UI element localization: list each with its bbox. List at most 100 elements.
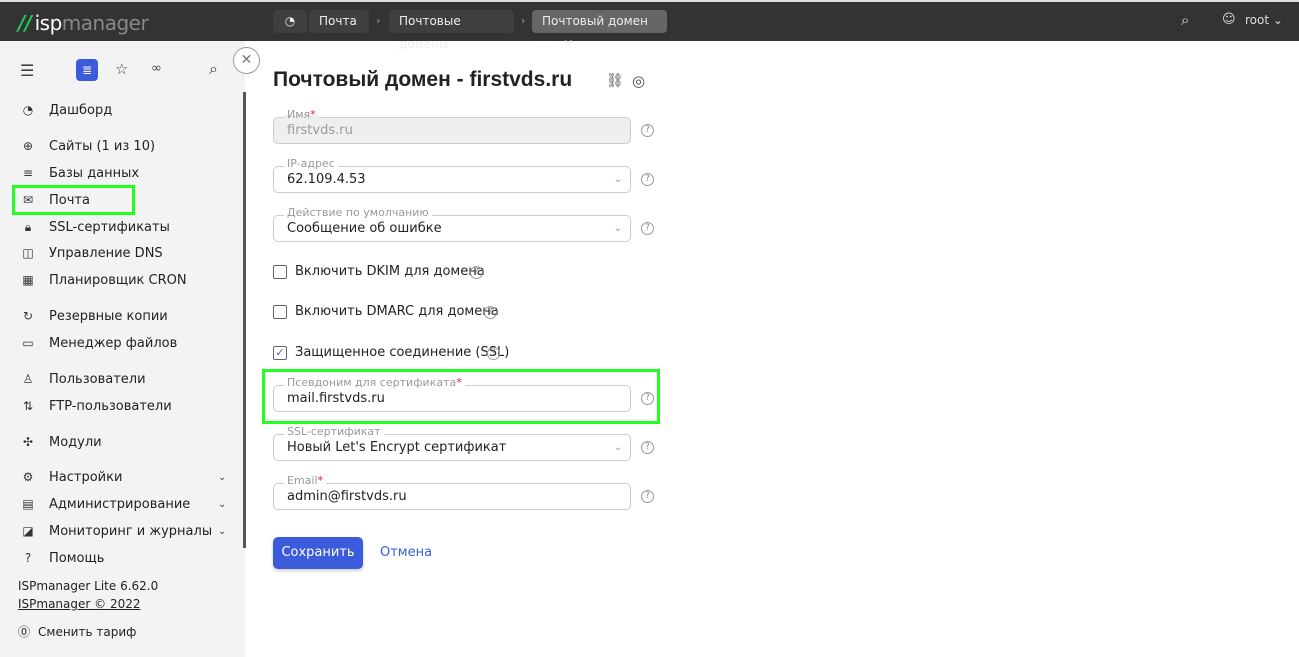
backup-icon: ↻	[22, 309, 34, 323]
chevron-down-icon: ⌄	[613, 442, 622, 453]
database-icon: ≡	[22, 166, 34, 180]
copyright-link[interactable]: ISPmanager © 2022	[18, 597, 141, 611]
sidebar-item-label: Настройки	[49, 470, 123, 485]
star-icon[interactable]: ☆	[115, 60, 128, 78]
ftp-icon: ⇅	[22, 399, 34, 413]
sidebar-item[interactable]: ◔ Дашборд	[20, 99, 112, 121]
folder-icon: ▭	[22, 336, 34, 350]
ip-select[interactable]: IP-адрес 62.109.4.53 ⌄	[273, 158, 631, 193]
sidebar-item[interactable]: ≡ Базы данных	[20, 162, 139, 184]
ssl-cert-select[interactable]: SSL-сертификат Новый Let's Encrypt сертиф…	[273, 426, 631, 461]
globe-icon: ⊕	[22, 139, 34, 153]
lifebuoy-icon[interactable]: ◎	[632, 72, 645, 90]
sidebar-item[interactable]: ⊕ Сайты (1 из 10)	[20, 135, 155, 157]
close-sidebar-button[interactable]: ✕	[233, 47, 260, 74]
dashboard-icon[interactable]: ◔	[273, 10, 307, 33]
sidebar-item-label: Мониторинг и журналы	[49, 524, 213, 539]
close-icon[interactable]: ✕	[563, 37, 573, 51]
sidebar-item[interactable]: ♙ Пользователи	[20, 368, 146, 390]
scrollbar[interactable]	[243, 92, 246, 548]
highlight-mail	[12, 185, 135, 215]
puzzle-icon: ✣	[22, 435, 34, 449]
page-title: Почтовый домен - firstvds.ru	[273, 68, 573, 91]
sidebar-item-label: Пользователи	[49, 372, 146, 387]
sidebar-item-label: SSL-сертификаты	[49, 220, 170, 235]
help-icon[interactable]: ?	[641, 441, 654, 454]
user-menu[interactable]: root ⌄	[1245, 13, 1283, 27]
sidebar-item[interactable]: ▤ Администрирование	[20, 493, 190, 515]
chevron-right-icon: ›	[376, 14, 381, 27]
sidebar-item[interactable]: ? Помощь	[20, 547, 105, 569]
dmarc-label: Включить DMARC для домена	[295, 304, 499, 319]
sidebar-item[interactable]: ◪ Мониторинг и журналы	[20, 520, 212, 542]
help-icon[interactable]: ?	[641, 124, 654, 137]
breadcrumb-current[interactable]: Почтовый домен ... ✕	[532, 10, 667, 51]
admin-icon: ▤	[22, 497, 34, 511]
chevron-down-icon[interactable]: ⌄	[218, 526, 226, 537]
sidebar-item[interactable]: ✣ Модули	[20, 431, 102, 453]
dashboard-icon: ◔	[22, 103, 34, 117]
sidebar-item-label: Менеджер файлов	[49, 336, 178, 351]
sidebar-item[interactable]: ↻ Резервные копии	[20, 305, 168, 327]
dns-icon: ◫	[22, 246, 34, 260]
dmarc-checkbox[interactable]	[273, 305, 287, 319]
sidebar-item-label: FTP-пользователи	[49, 399, 172, 414]
cancel-button[interactable]: Отмена	[380, 545, 432, 560]
plan-icon: ⓪	[18, 625, 31, 639]
chevron-right-icon: ›	[521, 14, 526, 27]
default-action-select[interactable]: Действие по умолчанию Сообщение об ошибке…	[273, 207, 631, 242]
sidebar-item[interactable]: ▭ Менеджер файлов	[20, 332, 177, 354]
sidebar-item[interactable]: ◫ Управление DNS	[20, 242, 163, 264]
sidebar-item-label: Планировщик CRON	[49, 273, 187, 288]
change-plan-link[interactable]: ⓪ Сменить тариф	[18, 623, 136, 640]
help-icon[interactable]: ?	[641, 222, 654, 235]
help-icon[interactable]: ?	[641, 392, 654, 405]
sidebar-item[interactable]: ▦ Планировщик CRON	[20, 269, 187, 291]
breadcrumb-mail-domains[interactable]: Почтовые домены	[389, 10, 514, 51]
user-icon: ♙	[22, 372, 34, 386]
cert-alias-input[interactable]: Псевдоним для сертификата* mail.firstvds.…	[273, 377, 631, 412]
sidebar-item[interactable]: ⇅ FTP-пользователи	[20, 395, 172, 417]
help-icon[interactable]: ?	[484, 306, 497, 319]
search-icon[interactable]: ⌕	[1181, 11, 1189, 29]
chevron-down-icon: ⌄	[613, 174, 622, 185]
calendar-icon: ▦	[22, 273, 34, 287]
sidebar-item-label: Базы данных	[49, 166, 140, 181]
logo[interactable]: //ispmanager	[18, 11, 149, 35]
help-icon[interactable]: ?	[641, 490, 654, 503]
email-input[interactable]: Email* admin@firstvds.ru	[273, 475, 631, 510]
help-icon[interactable]: ?	[641, 173, 654, 186]
search-icon[interactable]: ⌕	[209, 59, 218, 79]
ssl-checkbox[interactable]: ✓	[273, 346, 287, 360]
sidebar-item-label: Администрирование	[49, 497, 191, 512]
sidebar-item-label: Дашборд	[49, 103, 113, 118]
sidebar-item-label: Резервные копии	[49, 309, 168, 324]
menu-icon[interactable]: ☰	[20, 61, 34, 80]
dkim-checkbox[interactable]	[273, 265, 287, 279]
ssl-label: Защищенное соединение (SSL)	[295, 345, 510, 360]
user-icon[interactable]: ☺	[1222, 12, 1236, 27]
list-icon[interactable]: ≣	[76, 59, 98, 81]
sidebar-item[interactable]: ⚙ Настройки	[20, 466, 123, 488]
top-bar: //ispmanager ◔ Почта › Почтовые домены ›…	[0, 0, 1299, 51]
chevron-down-icon[interactable]: ⌄	[218, 472, 226, 483]
sidebar-item-label: Управление DNS	[49, 246, 163, 261]
help-icon[interactable]: ?	[487, 347, 500, 360]
monitor-icon: ◪	[22, 524, 34, 538]
footprints-icon[interactable]: ∞	[151, 61, 162, 76]
sidebar-item-label: Помощь	[49, 551, 105, 566]
save-button[interactable]: Сохранить	[273, 537, 363, 569]
settings-icon: ⚙	[22, 470, 34, 484]
link-icon[interactable]: ⛓	[606, 73, 624, 89]
chevron-down-icon: ⌄	[613, 223, 622, 234]
lock-icon: 🔒︎	[24, 220, 32, 234]
dkim-label: Включить DKIM для домена	[295, 264, 485, 279]
breadcrumb-mail[interactable]: Почта	[309, 10, 369, 33]
help-icon[interactable]: ?	[470, 266, 483, 279]
sidebar-item-label: Модули	[49, 435, 102, 450]
chevron-down-icon[interactable]: ⌄	[218, 499, 226, 510]
sidebar-item[interactable]: 🔒︎ SSL-сертификаты	[20, 216, 170, 238]
help-icon: ?	[24, 551, 32, 565]
name-field: Имя* firstvds.ru	[273, 109, 631, 144]
sidebar-item-label: Сайты (1 из 10)	[49, 139, 156, 154]
